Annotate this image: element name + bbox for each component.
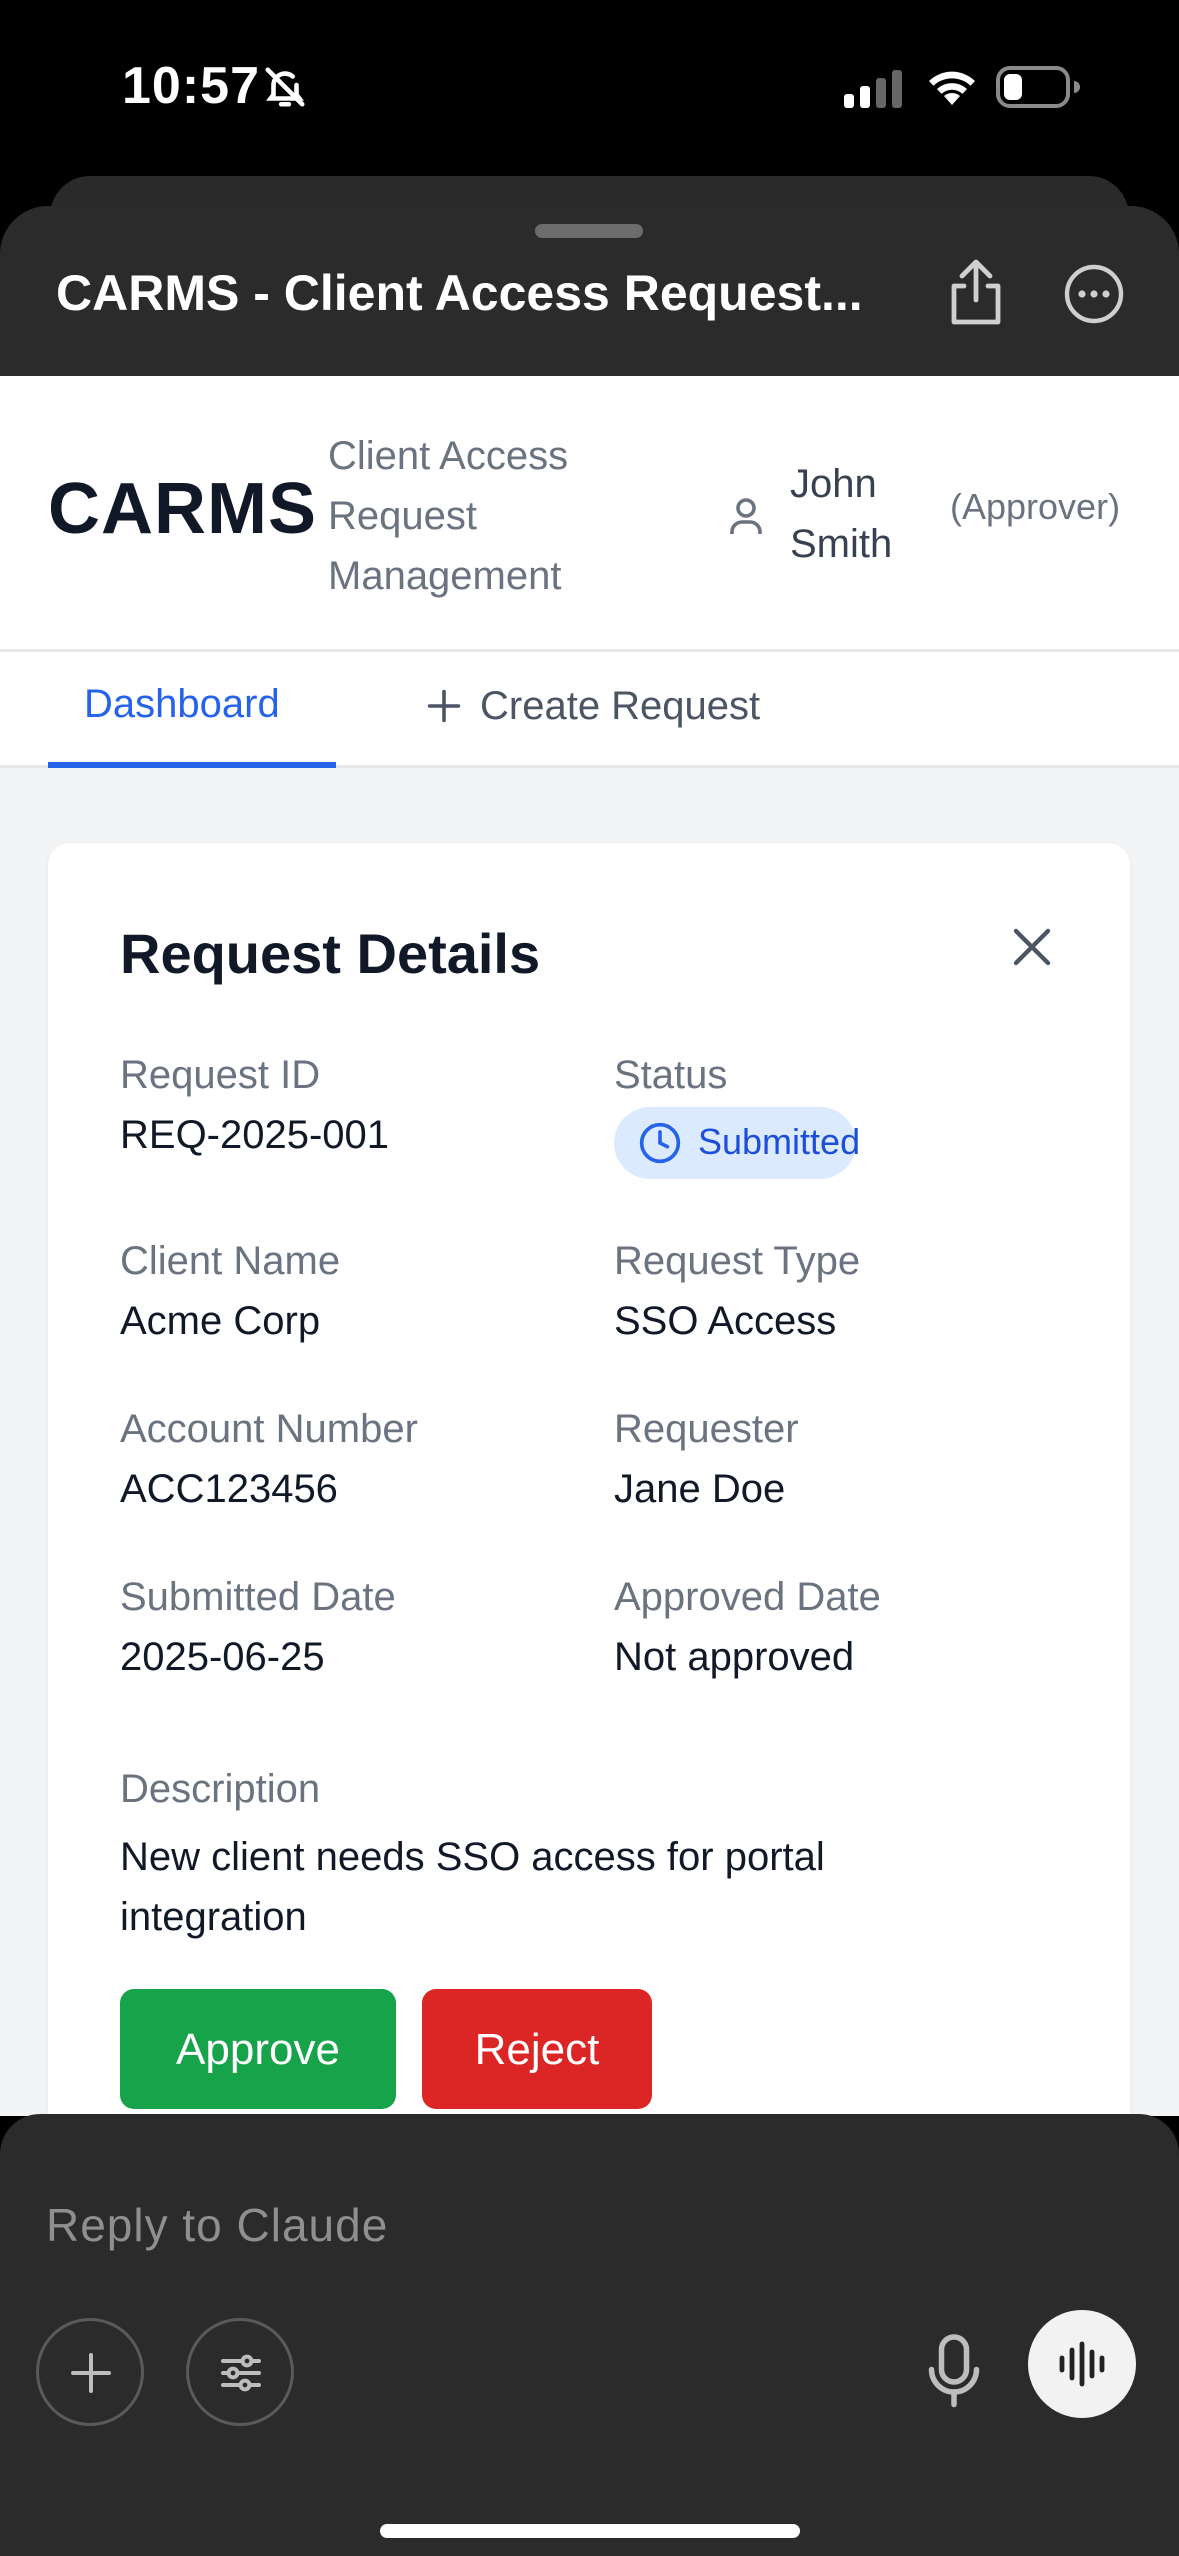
card-title: Request Details	[120, 922, 541, 985]
tab-dashboard-label: Dashboard	[84, 682, 280, 726]
app-header: CARMS Client Access Request Management J…	[0, 376, 1179, 652]
sliders-icon	[221, 2354, 261, 2392]
status-badge-text: Submitted	[698, 1121, 861, 1162]
user-icon	[730, 498, 762, 534]
cellular-signal-icon	[844, 70, 902, 108]
home-indicator	[380, 2524, 800, 2538]
plus-icon	[427, 689, 461, 723]
user-last-name: Smith	[790, 522, 893, 566]
add-attachment-button[interactable]	[36, 2318, 144, 2426]
user-role: (Approver)	[950, 486, 1121, 527]
app-subtitle: Client Access Request Management	[328, 426, 628, 606]
account-number-value: ACC123456	[120, 1467, 338, 1511]
request-type-value: SSO Access	[614, 1299, 837, 1343]
artifact-header: CARMS - Client Access Request...	[0, 206, 1179, 376]
app-logo: CARMS	[48, 469, 317, 549]
status-bar: 10:57	[0, 0, 1179, 176]
app-frame: CARMS Client Access Request Management J…	[0, 376, 1179, 2116]
tab-create-request-label: Create Request	[480, 684, 761, 728]
request-id-value: REQ-2025-001	[120, 1113, 390, 1157]
tab-bar: Dashboard Create Request	[0, 652, 1179, 768]
sheet-grabber[interactable]	[535, 224, 643, 238]
tools-button[interactable]	[186, 2318, 294, 2426]
app-subtitle-line: Client Access	[328, 434, 569, 478]
description-value: New client needs SSO access for portal i…	[120, 1835, 825, 1939]
tab-dashboard[interactable]: Dashboard	[48, 652, 336, 768]
submitted-date-value: 2025-06-25	[120, 1635, 325, 1679]
reply-panel: Reply to Claude	[0, 2114, 1179, 2556]
plus-icon	[71, 2353, 111, 2393]
share-icon[interactable]	[944, 258, 1008, 326]
submitted-date-label: Submitted Date	[120, 1575, 396, 1619]
bell-muted-icon	[265, 67, 305, 107]
requester-value: Jane Doe	[614, 1467, 786, 1511]
user-first-name: John	[790, 462, 877, 506]
approve-button[interactable]: Approve	[120, 1989, 396, 2109]
status-badge: Submitted	[614, 1107, 860, 1179]
description-label: Description	[120, 1767, 321, 1811]
request-details-card: Request Details Request ID REQ-2025-001 …	[48, 843, 1130, 2116]
more-options-icon[interactable]	[1064, 264, 1124, 324]
battery-icon	[996, 66, 1080, 108]
close-icon[interactable]	[1008, 923, 1056, 971]
app-subtitle-line: Request	[328, 494, 477, 538]
reply-input[interactable]: Reply to Claude	[46, 2198, 388, 2252]
reject-button[interactable]: Reject	[422, 1989, 652, 2109]
waveform-icon	[1059, 2341, 1105, 2387]
clock-icon	[639, 1122, 681, 1164]
approved-date-value: Not approved	[614, 1635, 855, 1679]
client-name-label: Client Name	[120, 1239, 341, 1283]
voice-mode-button[interactable]	[1028, 2310, 1136, 2418]
requester-label: Requester	[614, 1407, 799, 1451]
microphone-icon[interactable]	[924, 2332, 984, 2412]
app-subtitle-line: Management	[328, 554, 562, 598]
status-label: Status	[614, 1053, 728, 1097]
account-number-label: Account Number	[120, 1407, 418, 1451]
approved-date-label: Approved Date	[614, 1575, 881, 1619]
request-id-label: Request ID	[120, 1053, 321, 1097]
user-name: John Smith	[790, 454, 930, 574]
artifact-title: CARMS - Client Access Request...	[56, 265, 863, 321]
client-name-value: Acme Corp	[120, 1299, 321, 1343]
tab-create-request[interactable]: Create Request	[420, 652, 820, 768]
request-type-label: Request Type	[614, 1239, 861, 1283]
status-time: 10:57	[122, 57, 260, 115]
wifi-icon	[929, 71, 975, 105]
